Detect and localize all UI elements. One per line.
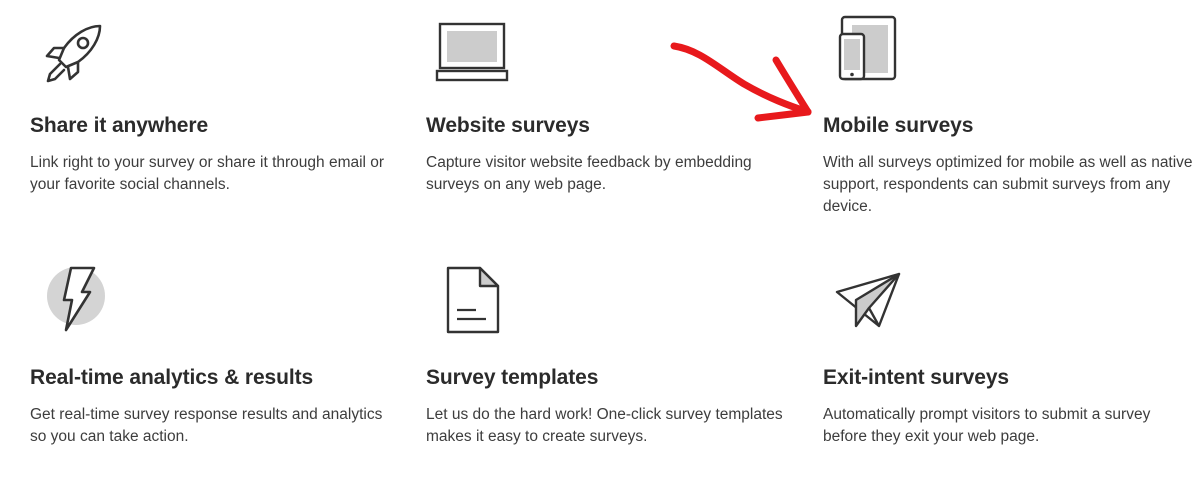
feature-title: Exit-intent surveys: [823, 366, 1009, 389]
feature-title: Real-time analytics & results: [30, 366, 314, 389]
feature-description: With all surveys optimized for mobile as…: [823, 154, 1193, 215]
red-arrow-icon: [660, 30, 820, 130]
feature-description: Link right to your survey or share it th…: [30, 154, 385, 193]
feature-title: Website surveys: [426, 114, 590, 137]
feature-title: Share it anywhere: [30, 114, 209, 137]
feature-title: Survey templates: [426, 366, 599, 389]
lightning-bolt-icon: [30, 266, 120, 356]
mobile-devices-icon: [823, 14, 913, 104]
paper-plane-icon: [823, 266, 913, 356]
feature-title: Mobile surveys: [823, 114, 974, 137]
feature-description: Let us do the hard work! One-click surve…: [426, 406, 783, 445]
laptop-icon: [426, 14, 516, 104]
feature-description: Capture visitor website feedback by embe…: [426, 154, 752, 193]
document-icon: [426, 266, 516, 356]
rocket-icon: [30, 14, 120, 104]
feature-description: Get real-time survey response results an…: [30, 406, 383, 445]
feature-description: Automatically prompt visitors to submit …: [823, 406, 1151, 445]
